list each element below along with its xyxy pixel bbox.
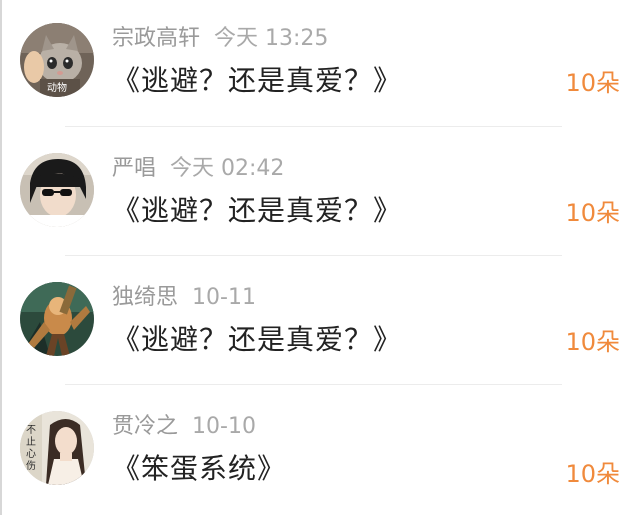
- user-name-text: 宗政高轩: [112, 26, 201, 51]
- timestamp: 今天 02:42: [170, 156, 285, 181]
- list-item[interactable]: 严唱 今天 02:42 《逃避？还是真爱？》 10朵: [0, 129, 640, 257]
- work-title[interactable]: 《逃避？还是真爱？》: [112, 323, 402, 357]
- flower-count: 10朵: [565, 460, 620, 488]
- row-divider: [65, 384, 562, 385]
- list-item[interactable]: 不止心伤 贯冷之 10-10 《笨蛋系统》 10朵: [0, 387, 640, 515]
- user-name[interactable]: 严唱 今天 02:42: [112, 156, 284, 182]
- flower-count: 10朵: [565, 328, 620, 356]
- game-character-avatar-icon[interactable]: [20, 282, 94, 356]
- user-name-text: 严唱: [112, 156, 157, 181]
- timestamp: 10-11: [192, 285, 256, 310]
- user-name[interactable]: 贯冷之 10-10: [112, 414, 256, 440]
- work-title[interactable]: 《逃避？还是真爱？》: [112, 194, 402, 228]
- row-divider: [65, 126, 562, 127]
- list-item[interactable]: 独绮思 10-11 《逃避？还是真爱？》 10朵: [0, 258, 640, 386]
- user-name-text: 独绮思: [112, 285, 179, 310]
- list-item[interactable]: 动物 宗政高轩 今天 13:25 《逃避？还是真爱？》 10朵: [0, 0, 640, 128]
- flower-count: 10朵: [565, 69, 620, 97]
- woman-portrait-avatar-icon[interactable]: 不止心伤: [20, 411, 94, 485]
- user-name-text: 贯冷之: [112, 414, 179, 439]
- kitten-avatar-icon[interactable]: 动物: [20, 23, 94, 97]
- flower-count: 10朵: [565, 199, 620, 227]
- row-divider: [65, 255, 562, 256]
- sunglasses-person-avatar-icon[interactable]: [20, 153, 94, 227]
- avatar-caption: 不止心伤: [26, 425, 36, 472]
- work-title[interactable]: 《逃避？还是真爱？》: [112, 64, 402, 98]
- avatar-caption: 动物: [47, 83, 67, 94]
- timestamp: 10-10: [192, 414, 256, 439]
- user-name[interactable]: 宗政高轩 今天 13:25: [112, 26, 328, 52]
- work-title[interactable]: 《笨蛋系统》: [112, 452, 286, 486]
- timestamp: 今天 13:25: [214, 26, 329, 51]
- user-name[interactable]: 独绮思 10-11: [112, 285, 256, 311]
